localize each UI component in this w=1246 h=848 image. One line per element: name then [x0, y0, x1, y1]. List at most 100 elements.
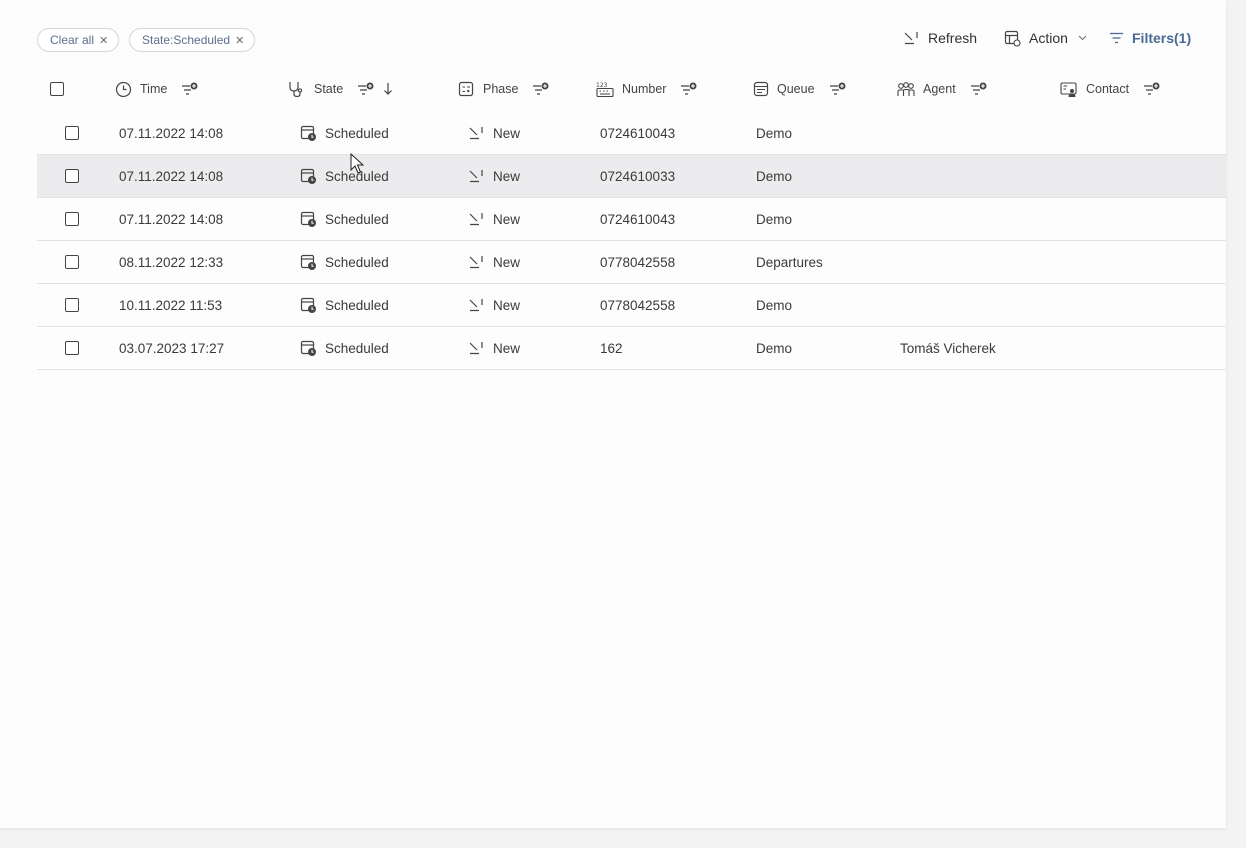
table-row[interactable]: 03.07.2023 17:27 Scheduled New 162 Demo … [37, 327, 1226, 370]
cell-state: Scheduled [300, 284, 389, 326]
clock-icon [115, 81, 132, 98]
cell-time: 07.11.2022 14:08 [119, 168, 224, 184]
filter-add-icon[interactable] [1143, 82, 1161, 96]
scheduled-icon [300, 168, 316, 184]
cell-phase-label: New [493, 168, 521, 184]
clear-all-chip[interactable]: Clear all ✕ [37, 28, 120, 52]
cell-number: 0724610043 [600, 211, 676, 227]
column-label-number: Number [622, 82, 667, 96]
column-header-agent[interactable]: Agent [897, 78, 988, 100]
cell-number: 0724610043 [600, 125, 676, 141]
state-filter-chip[interactable]: State:Scheduled ✕ [129, 28, 256, 52]
phase-new-icon [469, 170, 483, 183]
table-action-icon [1004, 30, 1021, 47]
refresh-icon [904, 32, 918, 45]
cell-phase: New [469, 284, 520, 326]
phase-new-icon [469, 299, 483, 312]
refresh-button[interactable]: Refresh [904, 28, 977, 48]
row-checkbox[interactable] [65, 169, 79, 183]
cell-queue: Departures [756, 254, 823, 270]
column-header-queue[interactable]: Queue [753, 78, 847, 100]
phase-new-icon [469, 342, 483, 355]
queue-icon [753, 81, 769, 97]
filter-add-icon[interactable] [357, 82, 375, 96]
scheduled-icon [300, 254, 316, 270]
column-header-contact[interactable]: Contact [1060, 78, 1161, 100]
filter-add-icon[interactable] [181, 82, 199, 96]
phase-icon [458, 81, 475, 98]
cell-time: 07.11.2022 14:08 [119, 125, 224, 141]
row-checkbox[interactable] [65, 212, 79, 226]
close-icon[interactable]: ✕ [235, 34, 244, 47]
action-menu-button[interactable]: Action [1004, 28, 1087, 48]
cell-state-label: Scheduled [325, 297, 389, 313]
filter-add-icon[interactable] [680, 82, 698, 96]
cell-state-label: Scheduled [325, 125, 389, 141]
filter-add-icon[interactable] [829, 82, 847, 96]
clear-all-label: Clear all [50, 33, 95, 47]
cell-time: 03.07.2023 17:27 [119, 340, 225, 356]
filter-add-icon[interactable] [532, 82, 550, 96]
table-row[interactable]: 08.11.2022 12:33 Scheduled New 077804255… [37, 241, 1226, 284]
cell-state: Scheduled [300, 327, 389, 369]
cell-number: 0778042558 [600, 254, 676, 270]
phase-new-icon [469, 127, 483, 140]
scheduled-icon [300, 125, 316, 141]
cell-queue: Demo [756, 168, 793, 184]
cell-state: Scheduled [300, 241, 389, 283]
cell-queue: Demo [756, 125, 793, 141]
action-label: Action [1029, 30, 1068, 46]
scheduled-icon [300, 297, 316, 313]
contact-icon [1060, 81, 1078, 98]
refresh-label: Refresh [928, 30, 978, 46]
cell-phase: New [469, 241, 520, 283]
cell-state-label: Scheduled [325, 211, 389, 227]
chevron-down-icon [1078, 35, 1087, 41]
cell-number: 162 [600, 340, 623, 356]
number-icon: 123 [596, 81, 614, 98]
scheduled-icon [300, 340, 316, 356]
cell-phase: New [469, 327, 520, 369]
cell-queue: Demo [756, 340, 793, 356]
cell-phase-label: New [493, 125, 521, 141]
row-checkbox[interactable] [65, 341, 79, 355]
phase-new-icon [469, 213, 483, 226]
cell-time: 07.11.2022 14:08 [119, 211, 224, 227]
main-panel: Clear all ✕ State:Scheduled ✕ Refresh Ac… [0, 0, 1226, 828]
filters-button[interactable]: Filters(1) [1109, 28, 1191, 48]
column-header-state[interactable]: State [288, 78, 393, 100]
stethoscope-icon [288, 80, 306, 98]
state-filter-label: State:Scheduled [142, 33, 231, 47]
column-label-state: State [314, 82, 344, 96]
column-header-time[interactable]: Time [115, 78, 199, 100]
column-label-phase: Phase [483, 82, 519, 96]
filter-add-icon[interactable] [970, 82, 988, 96]
cell-state-label: Scheduled [325, 254, 389, 270]
phase-new-icon [469, 256, 483, 269]
close-icon[interactable]: ✕ [99, 34, 108, 47]
svg-text:123: 123 [596, 82, 608, 89]
table-row[interactable]: 07.11.2022 14:08 Scheduled New 072461003… [37, 155, 1226, 198]
sort-descending-icon[interactable] [383, 82, 393, 96]
column-label-queue: Queue [777, 82, 815, 96]
select-all-checkbox[interactable] [50, 82, 64, 96]
column-label-time: Time [140, 82, 168, 96]
column-header-number[interactable]: 123 Number [596, 78, 698, 100]
cell-phase-label: New [493, 297, 521, 313]
column-label-agent: Agent [923, 82, 956, 96]
row-checkbox[interactable] [65, 126, 79, 140]
cell-phase: New [469, 198, 520, 240]
cell-phase-label: New [493, 340, 521, 356]
table-row[interactable]: 10.11.2022 11:53 Scheduled New 077804255… [37, 284, 1226, 327]
cell-state: Scheduled [300, 198, 389, 240]
row-checkbox[interactable] [65, 298, 79, 312]
row-checkbox[interactable] [65, 255, 79, 269]
column-header-phase[interactable]: Phase [458, 78, 550, 100]
agent-icon [897, 81, 915, 98]
table-row[interactable]: 07.11.2022 14:08 Scheduled New 072461004… [37, 198, 1226, 241]
table-row[interactable]: 07.11.2022 14:08 Scheduled New 072461004… [37, 112, 1226, 155]
cell-phase: New [469, 112, 520, 154]
cell-agent: Tomáš Vicherek [900, 340, 996, 356]
cell-queue: Demo [756, 211, 793, 227]
cell-state: Scheduled [300, 155, 389, 197]
